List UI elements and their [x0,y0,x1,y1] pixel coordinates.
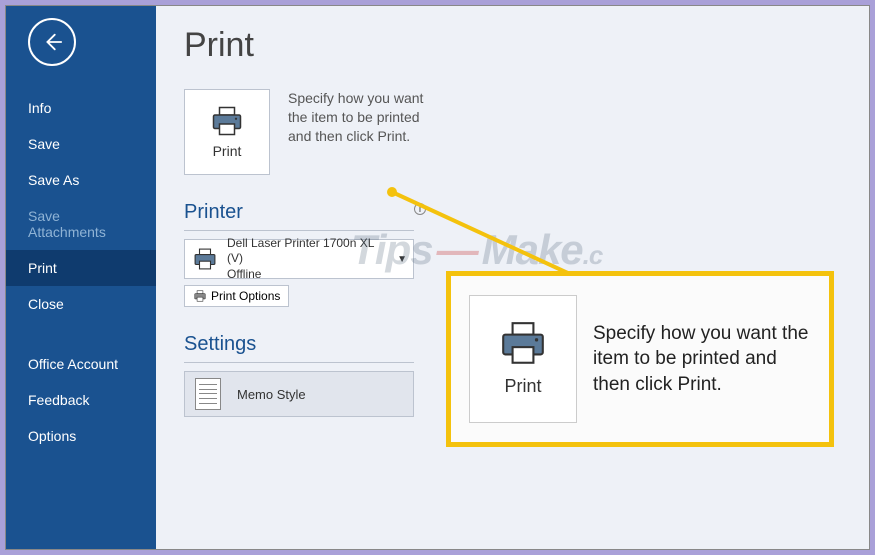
sidebar-item-feedback[interactable]: Feedback [6,382,156,418]
style-label: Memo Style [237,387,306,402]
callout-box: Print Specify how you want the item to b… [446,271,834,447]
backstage-window: In Info Save Save As Save Attachments Pr… [5,5,870,550]
chevron-down-icon: ▼ [397,254,407,265]
printer-dropdown[interactable]: Dell Laser Printer 1700n XL (V) Offline … [184,239,414,279]
printer-icon [193,290,207,302]
sidebar-item-info[interactable]: Info [6,90,156,126]
print-options-button[interactable]: Print Options [184,285,289,307]
print-style-dropdown[interactable]: Memo Style [184,371,414,417]
divider [184,230,414,231]
printer-icon [498,322,548,366]
page-title: Print [184,26,841,65]
callout-print-button: Print [469,295,577,423]
printer-icon [209,105,245,137]
print-action-row: Print Specify how you want the item to b… [184,89,841,175]
sidebar-item-close[interactable]: Close [6,286,156,322]
callout-button-label: Print [504,376,541,397]
document-icon [195,378,221,410]
sidebar: Info Save Save As Save Attachments Print… [6,6,156,549]
callout-description: Specify how you want the item to be prin… [593,321,811,398]
divider [184,362,414,363]
sidebar-item-print[interactable]: Print [6,250,156,286]
printer-section-title: Printer i [184,201,841,224]
info-icon[interactable]: i [414,203,426,215]
print-description: Specify how you want the item to be prin… [288,89,438,146]
sidebar-item-options[interactable]: Options [6,418,156,454]
print-button-label: Print [213,143,242,159]
printer-name-status: Dell Laser Printer 1700n XL (V) Offline [227,236,389,283]
sidebar-item-save-attachments: Save Attachments [6,198,156,250]
sidebar-item-office-account[interactable]: Office Account [6,346,156,382]
back-button[interactable] [28,18,76,66]
arrow-left-icon [41,31,63,53]
print-button[interactable]: Print [184,89,270,175]
sidebar-item-save[interactable]: Save [6,126,156,162]
sidebar-item-save-as[interactable]: Save As [6,162,156,198]
printer-icon [191,248,219,270]
